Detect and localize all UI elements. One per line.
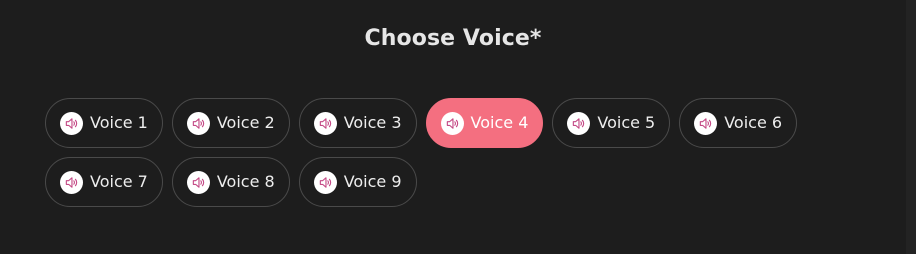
speaker-icon: [567, 111, 591, 135]
voice-2-button[interactable]: Voice 2: [171, 98, 290, 148]
speaker-icon: [694, 111, 718, 135]
speaker-icon: [60, 111, 83, 135]
voice-label: Voice 9: [343, 172, 402, 191]
voice-8-button[interactable]: Voice 8: [171, 157, 290, 207]
voice-9-button[interactable]: Voice 9: [298, 157, 417, 207]
right-edge-strip: [906, 0, 916, 254]
voice-label: Voice 4: [470, 113, 529, 132]
voice-row-2: Voice 7 Voice 8 Voice 9: [45, 157, 417, 207]
speaker-icon: [186, 170, 210, 194]
voice-6-button[interactable]: Voice 6: [679, 98, 798, 148]
speaker-icon: [186, 111, 210, 135]
speaker-icon: [440, 111, 464, 135]
voice-7-button[interactable]: Voice 7: [45, 157, 163, 207]
voice-4-button[interactable]: Voice 4: [425, 98, 544, 148]
speaker-icon: [313, 170, 337, 194]
speaker-icon: [60, 170, 83, 194]
page-title: Choose Voice*: [364, 26, 542, 51]
voice-5-button[interactable]: Voice 5: [552, 98, 671, 148]
voice-1-button[interactable]: Voice 1: [45, 98, 163, 148]
voice-label: Voice 3: [343, 113, 402, 132]
voice-label: Voice 6: [724, 113, 783, 132]
voice-3-button[interactable]: Voice 3: [298, 98, 417, 148]
voice-row-1: Voice 1 Voice 2 Voice 3 Voice 4 Voice 5: [45, 98, 798, 148]
voice-label: Voice 5: [597, 113, 656, 132]
speaker-icon: [313, 111, 337, 135]
voice-selection-panel: Choose Voice* Voice 1 Voice 2 Voice 3 Vo…: [0, 0, 916, 254]
voice-label: Voice 2: [216, 113, 275, 132]
voice-label: Voice 7: [90, 172, 148, 191]
voice-label: Voice 8: [216, 172, 275, 191]
voice-label: Voice 1: [90, 113, 148, 132]
